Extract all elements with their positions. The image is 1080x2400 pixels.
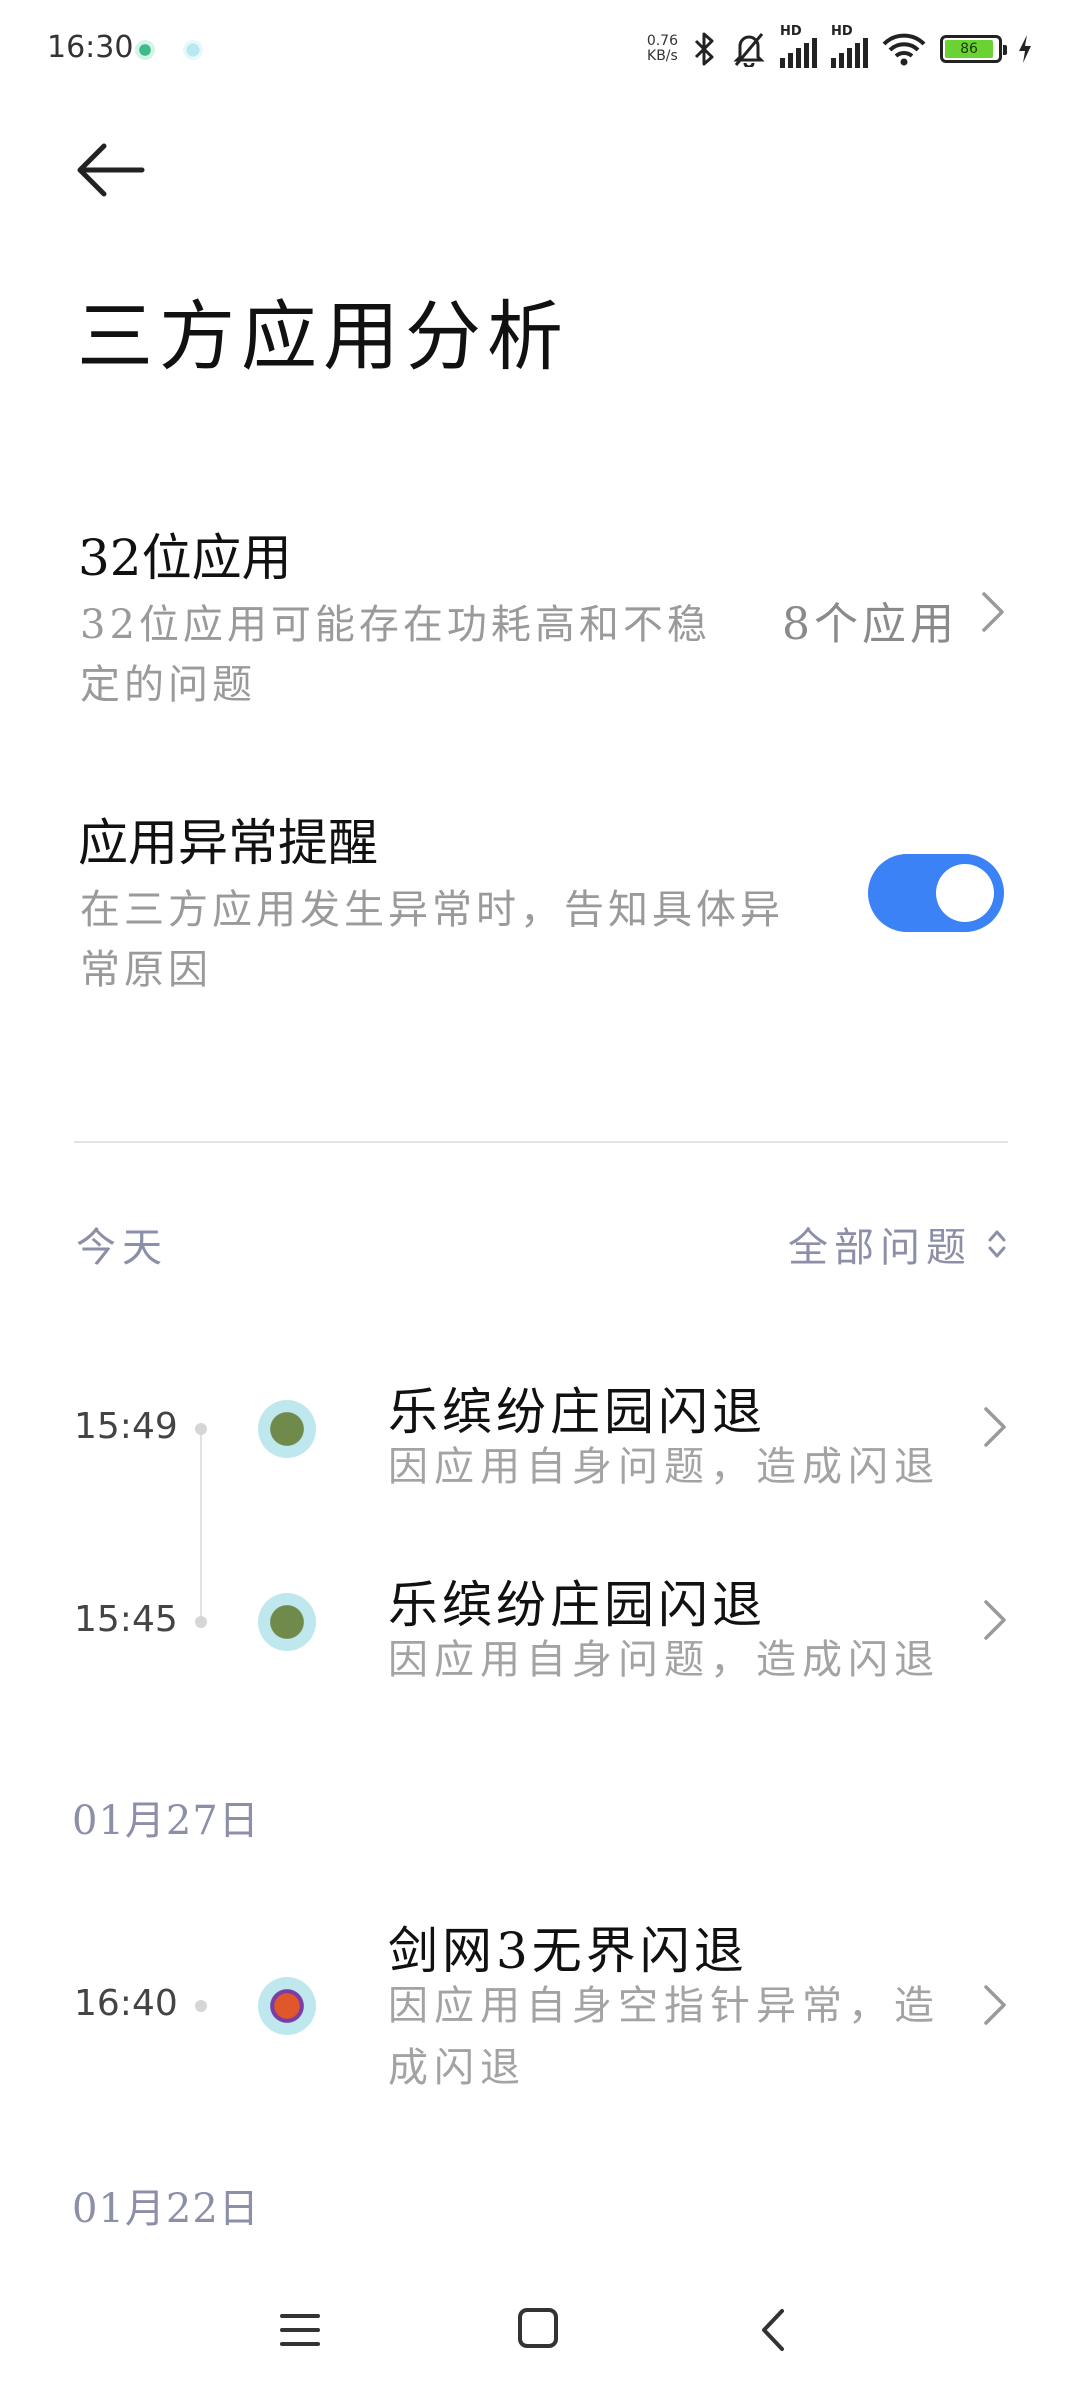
date-header: 今天: [76, 1225, 168, 1271]
apps32-desc-line2: 定的问题: [80, 662, 256, 708]
home-square-icon[interactable]: [516, 2306, 560, 2350]
battery-icon: 86: [940, 35, 1007, 63]
status-time: 16:30: [47, 30, 134, 65]
charging-icon: [1019, 35, 1031, 63]
back-chevron-icon[interactable]: [758, 2307, 788, 2353]
hd-label: HD: [831, 24, 853, 39]
event-title: 乐缤纷庄园闪退: [388, 1383, 766, 1441]
network-speed: 0.76 KB/s: [647, 34, 678, 64]
event-desc: 因应用自身问题，造成闪退: [388, 1444, 940, 1490]
chevron-right-icon: [984, 1600, 1006, 1640]
timeline-dot: [195, 1616, 207, 1628]
apps32-row[interactable]: 32位应用 32位应用可能存在功耗高和不稳 定的问题 8个应用: [74, 510, 1014, 720]
apps32-title: 32位应用: [78, 529, 292, 587]
event-time: 15:45: [74, 1599, 178, 1640]
event-title: 剑网3无界闪退: [388, 1922, 748, 1980]
toggle-knob: [936, 864, 994, 922]
chevron-right-icon: [984, 1407, 1006, 1447]
date-header: 01月27日: [72, 1798, 260, 1844]
chevron-right-icon: [984, 1985, 1006, 2025]
divider: [74, 1141, 1008, 1143]
app-notification-icon: [183, 40, 203, 60]
timeline-dot: [195, 2000, 207, 2012]
anomaly-reminder-toggle[interactable]: [868, 854, 1004, 932]
event-time: 15:49: [74, 1406, 178, 1447]
apps32-desc-line1: 32位应用可能存在功耗高和不稳: [80, 602, 711, 648]
signal-icon: HD: [780, 24, 817, 68]
event-desc: 因应用自身空指针异常，造 成闪退: [388, 1975, 968, 2099]
menu-icon[interactable]: [278, 2310, 322, 2350]
anomaly-reminder-desc: 在三方应用发生异常时，告知具体异 常原因: [80, 880, 860, 1000]
net-speed-unit: KB/s: [647, 48, 678, 64]
battery-level: 86: [945, 40, 993, 58]
event-title: 乐缤纷庄园闪退: [388, 1576, 766, 1634]
mute-bell-icon: [733, 33, 765, 67]
event-item[interactable]: 16:40 剑网3无界闪退 因应用自身空指针异常，造 成闪退: [0, 1905, 1080, 2125]
page-title: 三方应用分析: [77, 292, 569, 381]
back-button[interactable]: [74, 140, 150, 200]
apps32-count: 8个应用: [782, 599, 958, 650]
bluetooth-icon: [694, 32, 714, 66]
event-time: 16:40: [74, 1983, 178, 2024]
event-desc-line2: 成闪退: [388, 2045, 526, 2091]
apps32-desc: 32位应用可能存在功耗高和不稳 定的问题: [80, 595, 780, 715]
net-speed-value: 0.76: [646, 33, 678, 49]
wifi-icon: [882, 33, 926, 66]
filter-dropdown[interactable]: 全部问题: [788, 1215, 1008, 1273]
hd-label: HD: [780, 24, 802, 39]
app-icon-farm: [258, 1400, 316, 1458]
timeline-dot: [195, 1423, 207, 1435]
app-notification-icon: [135, 40, 155, 60]
back-arrow-icon: [77, 143, 145, 197]
event-desc: 因应用自身问题，造成闪退: [388, 1637, 940, 1683]
anomaly-desc-line1: 在三方应用发生异常时，告知具体异: [80, 887, 784, 933]
event-item[interactable]: 15:45 乐缤纷庄园闪退 因应用自身问题，造成闪退: [0, 1543, 1080, 1713]
date-header: 01月22日: [72, 2186, 260, 2232]
event-item[interactable]: 15:49 乐缤纷庄园闪退 因应用自身问题，造成闪退: [0, 1350, 1080, 1520]
sort-updown-icon: [988, 1230, 1006, 1258]
chevron-right-icon: [982, 592, 1004, 632]
status-icons: 0.76 KB/s HD HD 86: [647, 24, 1034, 68]
app-icon-farm: [258, 1593, 316, 1651]
anomaly-desc-line2: 常原因: [80, 947, 212, 993]
filter-label: 全部问题: [788, 1225, 972, 1271]
anomaly-reminder-title: 应用异常提醒: [78, 814, 378, 872]
signal-icon: HD: [831, 24, 868, 68]
event-desc-line1: 因应用自身空指针异常，造: [388, 1983, 940, 2029]
app-icon-jianwang: [258, 1977, 316, 2035]
